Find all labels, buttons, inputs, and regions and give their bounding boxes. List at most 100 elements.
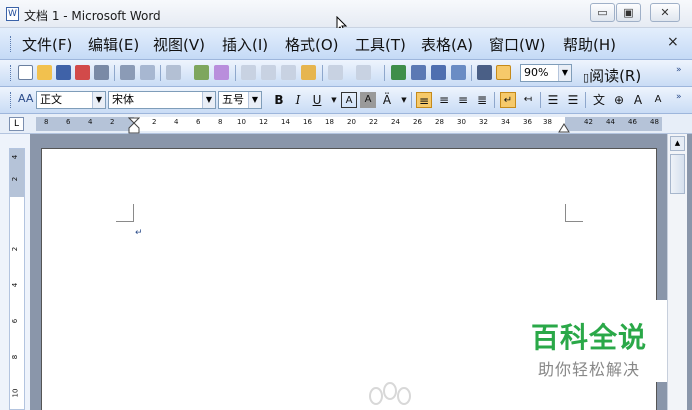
styles-pane-icon[interactable]: AA — [18, 92, 33, 105]
shrink-font-button[interactable]: A — [650, 92, 666, 108]
distributed-align-icon[interactable]: ≣ — [474, 92, 490, 108]
maximize-button[interactable]: ▣ — [616, 3, 641, 22]
menu-format[interactable]: 格式(O) — [285, 34, 339, 55]
ruler-tick: 6 — [66, 118, 71, 126]
chevron-down-icon[interactable]: ▼ — [558, 65, 571, 81]
ltr-direction-icon[interactable]: ↵ — [500, 92, 516, 108]
ruler-tick: 28 — [435, 118, 444, 126]
ruler-tick: 22 — [369, 118, 378, 126]
permission-icon[interactable] — [75, 65, 90, 80]
align-center-icon[interactable]: ≡ — [436, 92, 452, 108]
ruler-tick: 32 — [479, 118, 488, 126]
ruler-tick: 12 — [259, 118, 268, 126]
underline-dropdown-icon[interactable]: ▼ — [326, 92, 342, 108]
phonetic-guide-icon[interactable]: 文 — [591, 92, 607, 108]
font-size-select[interactable]: 五号 ▼ — [218, 91, 262, 109]
standard-toolbar: 90% ▼ ▯阅读(R) » — [0, 60, 692, 87]
close-button[interactable]: ✕ — [650, 3, 680, 22]
minimize-button[interactable]: ▭ — [590, 3, 615, 22]
read-mode-button[interactable]: ▯阅读(R) — [583, 65, 641, 86]
translate-icon[interactable] — [214, 65, 229, 80]
character-border-button[interactable]: A — [341, 92, 357, 108]
tables-borders-icon[interactable] — [411, 65, 426, 80]
style-select[interactable]: 正文 ▼ — [36, 91, 106, 109]
indent-marker-icon[interactable] — [128, 117, 140, 134]
zoom-preview-icon[interactable] — [140, 65, 155, 80]
italic-button[interactable]: I — [290, 92, 306, 108]
menu-help[interactable]: 帮助(H) — [563, 34, 616, 55]
ruler-tick: 2 — [110, 118, 115, 126]
chevron-down-icon[interactable]: ▼ — [202, 92, 215, 108]
toolbar-grip[interactable] — [10, 65, 13, 81]
toolbar-options-icon[interactable]: » — [676, 92, 682, 102]
undo-icon[interactable] — [328, 65, 343, 80]
vertical-scrollbar[interactable]: ▲ — [667, 134, 687, 410]
open-folder-icon[interactable] — [37, 65, 52, 80]
drawing-icon[interactable] — [496, 65, 511, 80]
insert-excel-icon[interactable] — [451, 65, 466, 80]
toolbar-separator — [585, 92, 586, 108]
redo-icon[interactable] — [356, 65, 371, 80]
vertical-ruler[interactable]: 4 2 2 4 6 8 10 — [9, 148, 25, 410]
ruler-left-margin — [36, 117, 134, 131]
print-icon[interactable] — [94, 65, 109, 80]
ruler-tick: 2 — [152, 118, 157, 126]
chevron-down-icon[interactable]: ▼ — [248, 92, 261, 108]
horizontal-ruler[interactable]: L 8 6 4 2 2 4 6 8 10 12 14 16 18 20 22 2… — [0, 114, 692, 134]
chevron-down-icon[interactable]: ▼ — [92, 92, 105, 108]
insert-table-icon[interactable] — [431, 65, 446, 80]
toolbar-options-icon[interactable]: » — [676, 65, 682, 75]
cut-icon[interactable] — [241, 65, 256, 80]
word-document-icon[interactable]: W — [6, 7, 19, 21]
grow-font-button[interactable]: A — [630, 92, 646, 108]
spelling-icon[interactable] — [166, 65, 181, 80]
columns-icon[interactable] — [477, 65, 492, 80]
enclose-characters-icon[interactable]: ⊕ — [611, 92, 627, 108]
vruler-tick: 8 — [11, 354, 20, 360]
ruler-tick: 10 — [237, 118, 246, 126]
character-shading-button[interactable]: A — [360, 92, 376, 108]
copy-icon[interactable] — [261, 65, 276, 80]
right-indent-marker-icon[interactable] — [558, 123, 570, 133]
tab-stop-selector[interactable]: L — [9, 117, 24, 131]
ruler-tick: 34 — [501, 118, 510, 126]
font-select[interactable]: 宋体 ▼ — [108, 91, 216, 109]
toolbar-separator — [494, 92, 495, 108]
print-preview-icon[interactable] — [120, 65, 135, 80]
paste-icon[interactable] — [281, 65, 296, 80]
character-scaling-icon[interactable]: Ä — [379, 92, 395, 108]
format-painter-icon[interactable] — [301, 65, 316, 80]
rtl-direction-icon[interactable]: ↤ — [520, 92, 536, 108]
toolbar-separator — [235, 65, 236, 81]
hyperlink-icon[interactable] — [391, 65, 406, 80]
document-close-button[interactable]: × — [667, 34, 679, 50]
underline-button[interactable]: U — [309, 92, 325, 108]
menu-view[interactable]: 视图(V) — [153, 34, 205, 55]
watermark-panel: 百科全说 助你轻松解决 — [511, 300, 667, 382]
scroll-thumb[interactable] — [670, 154, 685, 194]
align-justify-icon[interactable]: ≡ — [416, 92, 432, 108]
menu-table[interactable]: 表格(A) — [421, 34, 473, 55]
menu-edit[interactable]: 编辑(E) — [88, 34, 139, 55]
menu-grip[interactable] — [10, 36, 13, 52]
bold-button[interactable]: B — [271, 92, 287, 108]
zoom-value: 90% — [524, 66, 549, 79]
top-right-margin-marker — [565, 204, 583, 222]
menu-insert[interactable]: 插入(I) — [222, 34, 268, 55]
menu-window[interactable]: 窗口(W) — [489, 34, 546, 55]
menu-tools[interactable]: 工具(T) — [355, 34, 406, 55]
top-left-margin-marker — [116, 204, 134, 222]
research-icon[interactable] — [194, 65, 209, 80]
bullets-icon[interactable]: ☰ — [565, 92, 581, 108]
toolbar-grip[interactable] — [10, 92, 13, 108]
vruler-tick: 2 — [11, 246, 20, 252]
save-icon[interactable] — [56, 65, 71, 80]
scroll-up-icon[interactable]: ▲ — [670, 136, 685, 151]
align-right-icon[interactable]: ≡ — [455, 92, 471, 108]
zoom-select[interactable]: 90% ▼ — [520, 64, 572, 82]
numbering-icon[interactable]: ☰ — [545, 92, 561, 108]
new-document-icon[interactable] — [18, 65, 33, 80]
ruler-tick: 48 — [650, 118, 659, 126]
chevron-down-icon[interactable]: ▼ — [396, 92, 412, 108]
menu-file[interactable]: 文件(F) — [22, 34, 72, 55]
